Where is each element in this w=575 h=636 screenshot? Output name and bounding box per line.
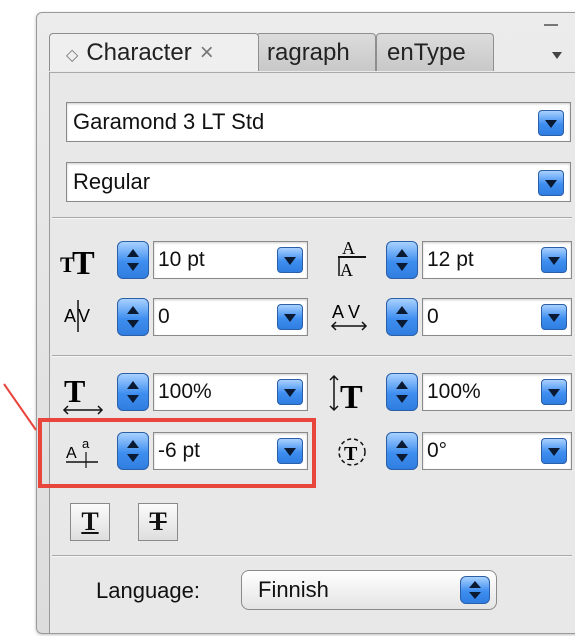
- panel-collapse-bar[interactable]: [544, 24, 558, 32]
- leading-stepper[interactable]: [386, 241, 418, 279]
- character-rotation-field[interactable]: 0°: [422, 432, 572, 470]
- font-style-select[interactable]: Regular: [66, 162, 571, 202]
- font-family-dropdown-button[interactable]: [538, 110, 564, 136]
- svg-text:V: V: [78, 306, 90, 326]
- kerning-field[interactable]: 0: [153, 298, 308, 336]
- leading-field[interactable]: 12 pt: [422, 241, 572, 279]
- svg-text:A: A: [342, 238, 355, 258]
- tab-character[interactable]: ◇ Character ×: [49, 33, 259, 71]
- svg-text:T: T: [72, 245, 95, 280]
- tab-paragraph[interactable]: ragraph: [256, 33, 376, 71]
- highlight-box: [38, 418, 316, 488]
- vertical-scale-field[interactable]: 100%: [422, 373, 572, 411]
- horizontal-scale-dropdown-button[interactable]: [277, 379, 303, 405]
- font-size-field[interactable]: 10 pt: [153, 241, 308, 279]
- vertical-scale-dropdown-button[interactable]: [541, 379, 567, 405]
- svg-text:A: A: [332, 302, 344, 322]
- font-style-dropdown-button[interactable]: [538, 170, 564, 196]
- divider: [52, 217, 572, 219]
- strikethrough-icon: T: [149, 507, 167, 536]
- tab-chevron-icon: ◇: [66, 47, 79, 64]
- underline-button[interactable]: T: [70, 503, 110, 541]
- pointer-line: [3, 383, 37, 431]
- vertical-scale-icon: T: [328, 372, 372, 416]
- kerning-dropdown-button[interactable]: [277, 304, 303, 330]
- character-rotation-stepper[interactable]: [386, 432, 418, 470]
- leading-icon: AA: [330, 236, 374, 280]
- svg-text:T: T: [64, 373, 85, 409]
- character-rotation-icon: T: [334, 432, 378, 472]
- kerning-icon: AV: [62, 296, 106, 336]
- leading-dropdown-button[interactable]: [541, 247, 567, 273]
- divider: [52, 555, 572, 557]
- horizontal-scale-icon: T: [62, 372, 106, 415]
- language-label: Language:: [96, 578, 200, 603]
- font-size-stepper[interactable]: [117, 241, 149, 279]
- language-select[interactable]: Finnish: [241, 570, 497, 610]
- vertical-scale-stepper[interactable]: [386, 373, 418, 411]
- svg-text:A: A: [64, 306, 76, 326]
- close-icon[interactable]: ×: [200, 39, 214, 66]
- panel-body: [49, 72, 575, 633]
- svg-text:A: A: [340, 260, 353, 280]
- font-size-dropdown-button[interactable]: [277, 247, 303, 273]
- tracking-icon: AV: [330, 296, 374, 336]
- strikethrough-button[interactable]: T: [138, 503, 178, 541]
- tracking-field[interactable]: 0: [422, 298, 572, 336]
- tab-opentype[interactable]: enType: [376, 33, 494, 71]
- divider: [52, 355, 572, 357]
- svg-text:T: T: [340, 379, 363, 416]
- panel-menu-icon[interactable]: [552, 52, 562, 59]
- font-size-icon: TT: [58, 240, 102, 282]
- language-dropdown-arrows-icon: [460, 576, 490, 604]
- horizontal-scale-stepper[interactable]: [117, 373, 149, 411]
- tracking-stepper[interactable]: [386, 298, 418, 336]
- svg-text:T: T: [344, 443, 358, 465]
- horizontal-scale-field[interactable]: 100%: [153, 373, 308, 411]
- character-rotation-dropdown-button[interactable]: [541, 438, 567, 464]
- tracking-dropdown-button[interactable]: [541, 304, 567, 330]
- kerning-stepper[interactable]: [117, 298, 149, 336]
- font-family-select[interactable]: Garamond 3 LT Std: [66, 102, 571, 142]
- svg-text:V: V: [348, 302, 360, 322]
